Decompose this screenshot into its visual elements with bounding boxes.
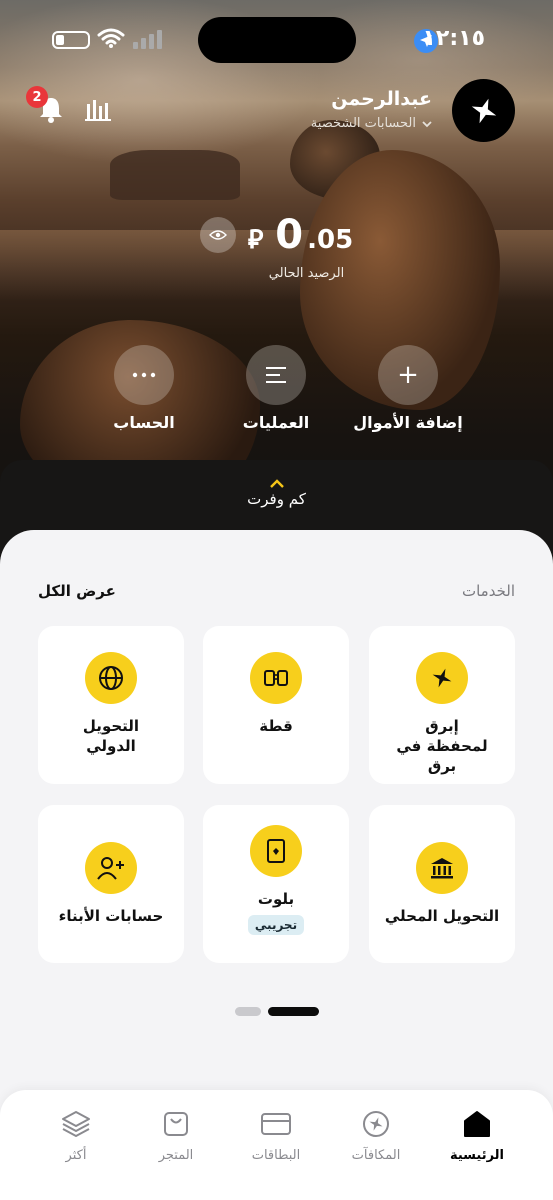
rewards-icon xyxy=(336,1108,416,1140)
balance-amount: ⃁ 0 .05 xyxy=(248,212,353,258)
account-label: الحساب xyxy=(113,413,175,432)
nav-store-label: المتجر xyxy=(158,1148,194,1163)
nav-cards-label: البطاقات xyxy=(251,1148,301,1163)
notification-badge: 2 xyxy=(26,86,48,108)
transactions-button[interactable]: العمليات xyxy=(216,345,336,432)
service-card-barq-wallet[interactable]: إبرق لمحفظة في برق xyxy=(369,626,515,784)
chevron-down-icon xyxy=(422,120,432,127)
nav-rewards[interactable]: المكافآت xyxy=(336,1108,416,1163)
page-dot-active[interactable] xyxy=(268,1007,319,1016)
balance-whole: 0 xyxy=(275,212,304,258)
status-time: ١٢:١٥ xyxy=(422,26,485,51)
balance-label: الرصيد الحالي xyxy=(268,266,345,281)
globe-icon xyxy=(85,652,137,704)
bank-icon xyxy=(416,842,468,894)
service-name: إبرق لمحفظة في برق xyxy=(396,717,488,775)
service-name: حسابات الأبناء xyxy=(58,907,164,925)
nav-rewards-label: المكافآت xyxy=(351,1148,401,1163)
account-button[interactable]: الحساب xyxy=(84,345,204,432)
services-sheet: الخدمات عرض الكل إبرق لمحفظة في برق قطة … xyxy=(0,530,553,1110)
list-icon xyxy=(246,345,306,405)
view-all-link[interactable]: عرض الكل xyxy=(38,582,116,600)
wifi-icon xyxy=(97,28,125,48)
rock-formation xyxy=(110,150,240,200)
add-money-button[interactable]: + إضافة الأموال xyxy=(348,345,468,432)
user-name[interactable]: عبدالرحمن xyxy=(331,88,432,110)
services-title: الخدمات xyxy=(461,582,515,600)
currency-symbol: ⃁ xyxy=(247,225,264,255)
page-dot[interactable] xyxy=(235,1007,261,1016)
nav-more-label: أكثر xyxy=(65,1148,87,1163)
status-bar: ١٢:١٥ xyxy=(0,0,553,80)
cards-icon xyxy=(250,825,302,877)
service-name: بلوت xyxy=(257,890,295,908)
service-card-local-transfer[interactable]: التحويل المحلي xyxy=(369,805,515,963)
nav-home[interactable]: الرئيسية xyxy=(437,1108,517,1163)
service-name: التحويل المحلي xyxy=(384,907,500,925)
battery-icon xyxy=(52,31,90,49)
pagination-dots xyxy=(235,1007,319,1016)
savings-label: كم وفرت xyxy=(247,490,306,508)
home-icon xyxy=(437,1108,517,1140)
profile-avatar[interactable] xyxy=(452,79,515,142)
plus-icon: + xyxy=(378,345,438,405)
account-type-label: الحسابات الشخصية xyxy=(310,116,416,131)
service-card-international-transfer[interactable]: التحويل الدولي xyxy=(38,626,184,784)
toggle-visibility-button[interactable] xyxy=(199,217,236,253)
nav-home-label: الرئيسية xyxy=(449,1148,505,1163)
card-icon xyxy=(236,1108,316,1140)
eye-icon xyxy=(208,230,227,240)
account-switcher[interactable]: الحسابات الشخصية xyxy=(311,116,432,131)
bottom-nav: الرئيسية المكافآت البطاقات المتجر أكثر xyxy=(0,1090,553,1200)
nav-cards[interactable]: البطاقات xyxy=(236,1108,316,1163)
signal-icon xyxy=(133,30,162,49)
service-card-kids-accounts[interactable]: حسابات الأبناء xyxy=(38,805,184,963)
more-icon xyxy=(114,345,174,405)
add-user-icon xyxy=(85,842,137,894)
nav-more[interactable]: أكثر xyxy=(36,1108,116,1163)
store-icon xyxy=(136,1108,216,1140)
split-icon xyxy=(250,652,302,704)
nav-store[interactable]: المتجر xyxy=(136,1108,216,1163)
service-card-split[interactable]: قطة xyxy=(203,626,349,784)
layers-icon xyxy=(36,1108,116,1140)
service-name: قطة xyxy=(259,717,293,735)
add-money-label: إضافة الأموال xyxy=(353,413,463,432)
beta-badge: تجريبي xyxy=(247,915,305,935)
sparkle-icon xyxy=(416,652,468,704)
stats-icon[interactable] xyxy=(84,95,112,123)
balance-row: ⃁ 0 .05 xyxy=(0,212,553,258)
service-card-baloot[interactable]: بلوت تجريبي xyxy=(203,805,349,963)
dynamic-island xyxy=(198,17,356,63)
sparkle-logo-icon xyxy=(471,98,496,123)
balance-decimal: .05 xyxy=(307,225,354,255)
service-name: التحويل الدولي xyxy=(82,717,140,755)
transactions-label: العمليات xyxy=(242,413,310,432)
